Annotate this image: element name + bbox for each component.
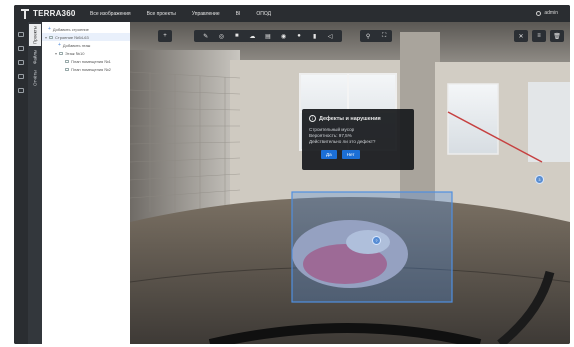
- grid-icon[interactable]: [18, 74, 24, 79]
- tree-add-building[interactable]: + Добавить строение: [42, 25, 130, 33]
- info-icon: i: [309, 115, 316, 122]
- square-icon[interactable]: ■: [232, 32, 241, 41]
- tree-item-label: План помещения №2: [71, 66, 111, 72]
- share-icon[interactable]: ◁: [326, 32, 335, 41]
- tree-plan-2[interactable]: План помещения №2: [42, 65, 130, 73]
- no-button[interactable]: Нет: [341, 149, 360, 159]
- target-icon[interactable]: ◎: [217, 32, 226, 41]
- calendar-icon[interactable]: [18, 60, 24, 65]
- list-icon: ≡: [537, 33, 541, 39]
- plan-icon: [65, 59, 69, 63]
- tree-add-floor[interactable]: + Добавить этаж: [42, 41, 130, 49]
- chevron-down-icon[interactable]: ▾: [54, 51, 58, 56]
- home-icon[interactable]: [18, 32, 24, 37]
- app-window: TERRA360 Все изображения Все проекты Упр…: [14, 5, 570, 344]
- tree-building[interactable]: ▾ Строение №54-63: [42, 33, 130, 41]
- close-button[interactable]: ✕: [514, 30, 528, 42]
- defect-question: Действительно ли это дефект?: [309, 139, 376, 145]
- table-icon[interactable]: ▤: [263, 32, 272, 41]
- fullscreen-icon[interactable]: ⛶: [382, 33, 386, 40]
- annotation-toolbar: ✎ ◎ ■ ☁ ▤ ◉ ● ▮ ◁: [194, 30, 342, 42]
- tree-item-label: Этаж №10: [65, 50, 85, 56]
- pencil-icon[interactable]: ✎: [201, 32, 210, 41]
- circle-icon[interactable]: ●: [295, 32, 304, 41]
- plan-icon: [65, 67, 69, 71]
- user-menu[interactable]: admin: [536, 10, 558, 16]
- tree-item-label: Добавить строение: [52, 26, 89, 32]
- delete-button[interactable]: 🗑: [550, 30, 564, 42]
- navigation-marker[interactable]: 3: [535, 175, 544, 184]
- logo-text: TERRA360: [33, 9, 76, 18]
- tab-projects[interactable]: Проекты: [29, 24, 41, 46]
- nav-all-images[interactable]: Все изображения: [90, 11, 131, 17]
- yes-button[interactable]: Да: [321, 149, 337, 159]
- defect-marker[interactable]: ?: [372, 236, 381, 245]
- add-button[interactable]: +: [158, 30, 172, 42]
- main-nav: Все изображения Все проекты Управление B…: [90, 11, 287, 17]
- nav-management[interactable]: Управление: [192, 11, 220, 17]
- settings-icon[interactable]: [18, 88, 24, 93]
- project-tree: + Добавить строение ▾ Строение №54-63 + …: [42, 22, 130, 344]
- tree-floor[interactable]: ▾ Этаж №10: [42, 49, 130, 57]
- vertical-tabs: Проекты Файлы Отчёты: [28, 22, 42, 344]
- cloud-icon[interactable]: ☁: [248, 32, 257, 41]
- folder-icon: [49, 35, 53, 39]
- panorama-viewer[interactable]: + ✎ ◎ ■ ☁ ▤ ◉ ● ▮ ◁ ⚲ ⛶ ✕ ≡ 🗑 i Дефекты …: [130, 22, 570, 344]
- nav-opod[interactable]: ОПОД: [256, 11, 271, 17]
- defect-dialog: i Дефекты и нарушения Строительный мусор…: [302, 109, 414, 170]
- nav-all-projects[interactable]: Все проекты: [147, 11, 176, 17]
- tree-plan-1[interactable]: План помещения №1: [42, 57, 130, 65]
- detection-box[interactable]: [291, 191, 453, 303]
- folder-icon: [59, 51, 63, 55]
- close-icon: ✕: [518, 33, 524, 40]
- tree-item-label: Добавить этаж: [62, 42, 91, 48]
- list-button[interactable]: ≡: [532, 30, 546, 42]
- chevron-down-icon[interactable]: ▾: [44, 35, 48, 40]
- delete-icon: 🗑: [553, 33, 561, 40]
- view-tools: ⚲ ⛶: [360, 30, 392, 42]
- plus-icon: +: [58, 42, 61, 48]
- layers-icon[interactable]: [18, 46, 24, 51]
- terra-logo-icon: [20, 8, 30, 19]
- tab-files[interactable]: Файлы: [29, 48, 41, 66]
- tree-item-label: Строение №54-63: [55, 34, 89, 40]
- user-icon: [536, 10, 542, 16]
- tab-reports[interactable]: Отчёты: [29, 68, 41, 88]
- nav-bi[interactable]: BI: [236, 11, 241, 17]
- plus-icon: +: [163, 33, 167, 39]
- doc-icon[interactable]: ▮: [310, 32, 319, 41]
- dialog-title: Дефекты и нарушения: [319, 115, 381, 122]
- app-logo[interactable]: TERRA360: [20, 8, 90, 19]
- plus-icon: +: [48, 26, 51, 32]
- user-name: admin: [544, 10, 558, 16]
- eye-icon[interactable]: ◉: [279, 32, 288, 41]
- left-icon-rail: [14, 22, 28, 344]
- pin-icon[interactable]: ⚲: [366, 33, 370, 40]
- top-navigation-bar: TERRA360 Все изображения Все проекты Упр…: [14, 5, 570, 22]
- panorama-image: [130, 22, 570, 344]
- tree-item-label: План помещения №1: [71, 58, 111, 64]
